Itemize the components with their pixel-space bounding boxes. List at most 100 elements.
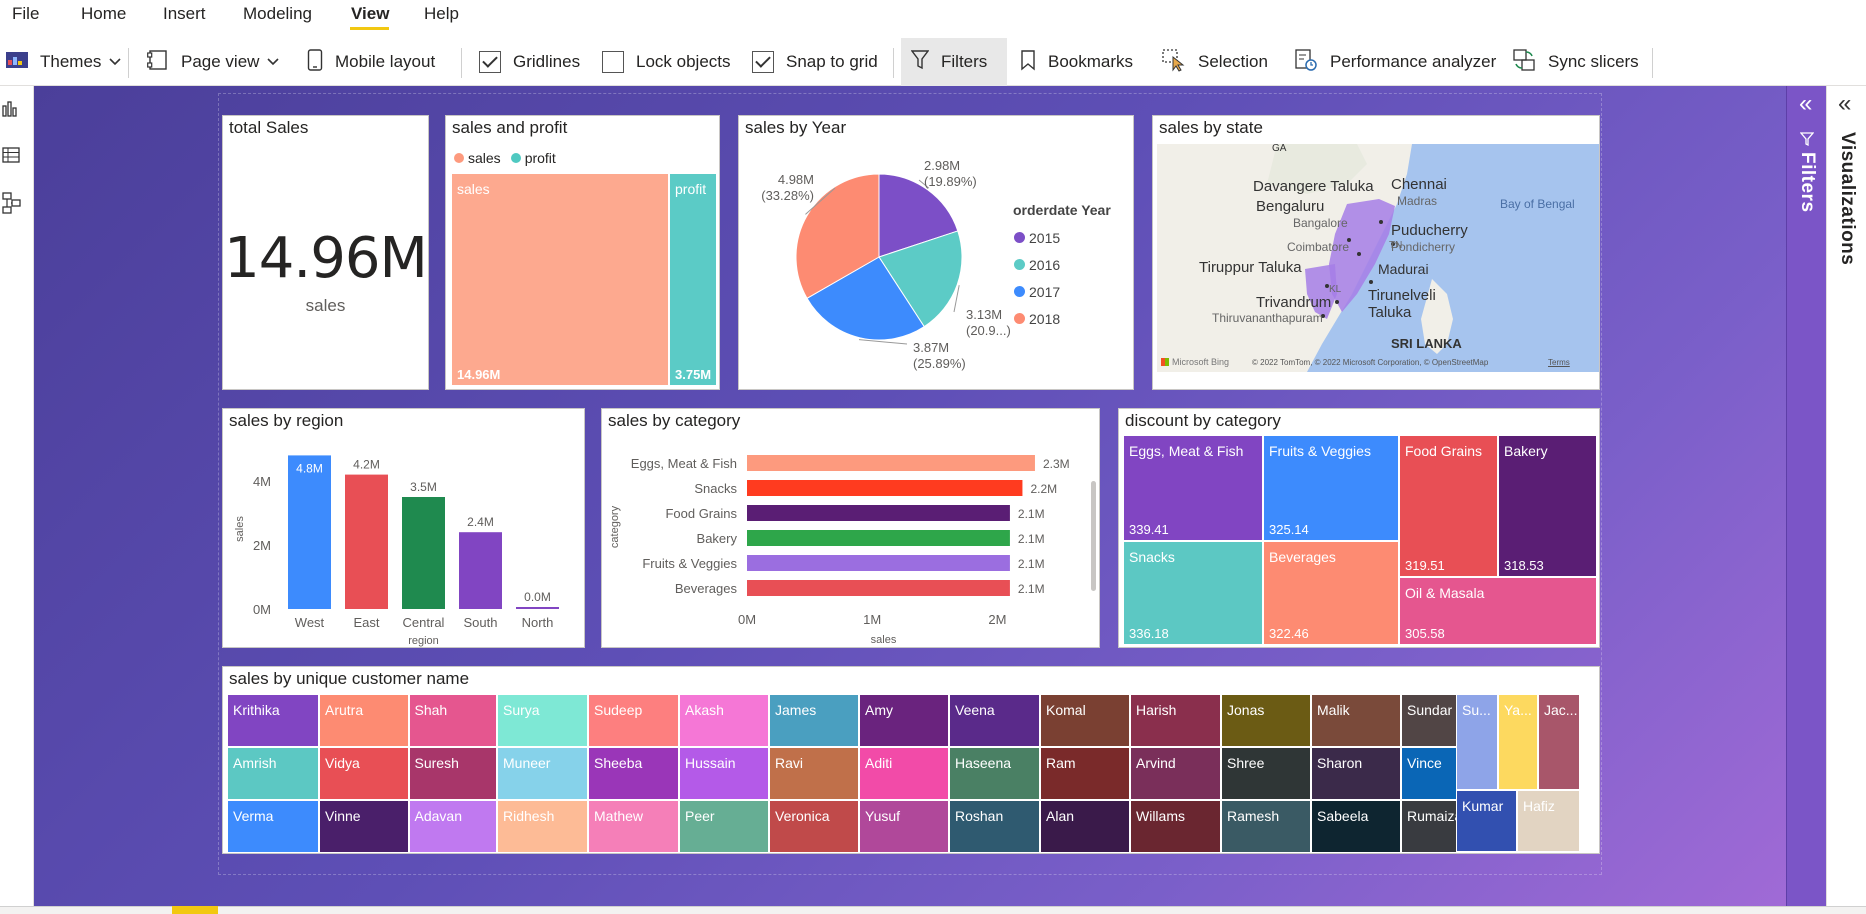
treemap-cell[interactable]: Vidya xyxy=(319,747,409,800)
bar[interactable] xyxy=(747,505,1010,521)
treemap-cell[interactable]: Surya xyxy=(497,694,588,747)
legend-item[interactable]: 2016 xyxy=(1014,251,1060,278)
treemap-cell[interactable]: Hussain xyxy=(679,747,769,800)
visualizations-pane-collapsed[interactable]: « Visualizations xyxy=(1826,86,1866,914)
page-view-button[interactable]: Page view xyxy=(147,38,280,86)
menu-help[interactable]: Help xyxy=(424,4,459,24)
gridlines-checkbox[interactable] xyxy=(479,51,501,73)
treemap-cell[interactable]: Food Grains 319.51 xyxy=(1399,435,1498,577)
legend-item[interactable]: 2017 xyxy=(1014,278,1060,305)
menu-file[interactable]: File xyxy=(12,4,39,24)
card-sales-by-customer[interactable]: sales by unique customer name Krithika Ar… xyxy=(222,666,1600,854)
treemap-cell[interactable]: Amrish xyxy=(227,747,319,800)
treemap-cell[interactable]: Hafiz xyxy=(1517,790,1580,852)
themes-button[interactable]: Themes xyxy=(6,38,121,86)
card-sales-by-year[interactable]: sales by Year 2.98M (19.89%) 3.13M (20.9...… xyxy=(738,115,1134,390)
treemap-cell[interactable]: Jonas xyxy=(1221,694,1311,747)
filters-pane-collapsed[interactable]: « Filters xyxy=(1786,86,1826,906)
treemap-cell[interactable]: Sudeep xyxy=(588,694,679,747)
menu-home[interactable]: Home xyxy=(81,4,126,24)
menu-modeling[interactable]: Modeling xyxy=(243,4,312,24)
treemap-cell[interactable]: Shah xyxy=(408,694,497,747)
bar[interactable] xyxy=(345,474,388,609)
mobile-layout-button[interactable]: Mobile layout xyxy=(307,38,435,86)
menu-view[interactable]: View xyxy=(351,4,389,24)
sync-slicers-button[interactable]: Sync slicers xyxy=(1512,38,1639,86)
treemap-cell[interactable]: Yusuf xyxy=(859,800,949,853)
treemap-cell[interactable]: Eggs, Meat & Fish 339.41 xyxy=(1123,435,1263,541)
data-view-icon[interactable] xyxy=(2,146,24,168)
gridlines-toggle[interactable]: Gridlines xyxy=(479,38,580,86)
treemap-cell[interactable]: Krithika xyxy=(227,694,319,747)
treemap-cell[interactable]: Jac... xyxy=(1538,694,1580,790)
treemap-cell[interactable]: James xyxy=(769,694,859,747)
legend-item[interactable]: 2015 xyxy=(1014,224,1060,251)
treemap-cell[interactable]: Veronica xyxy=(769,800,859,853)
bar[interactable] xyxy=(747,580,1010,596)
treemap-cell[interactable]: Beverages 322.46 xyxy=(1263,541,1399,645)
treemap-cell[interactable]: Malik xyxy=(1311,694,1401,747)
selection-pane-button[interactable]: Selection xyxy=(1162,38,1268,86)
treemap-cell[interactable]: Adavan xyxy=(408,800,497,853)
treemap-cell[interactable]: Snacks 336.18 xyxy=(1123,541,1263,645)
treemap-cell[interactable]: Arutra xyxy=(319,694,409,747)
bar[interactable] xyxy=(747,480,1023,496)
treemap-cell[interactable]: Ramesh xyxy=(1221,800,1311,853)
treemap-cell[interactable]: Vinne xyxy=(319,800,409,853)
treemap-cell[interactable]: Oil & Masala 305.58 xyxy=(1399,577,1597,645)
vertical-scrollbar[interactable] xyxy=(1091,481,1096,591)
treemap-cell[interactable]: Fruits & Veggies 325.14 xyxy=(1263,435,1399,541)
treemap-cell[interactable]: Bakery 318.53 xyxy=(1498,435,1597,577)
snap-to-grid-toggle[interactable]: Snap to grid xyxy=(752,38,878,86)
treemap-cell[interactable]: Shree xyxy=(1221,747,1311,800)
treemap-cell[interactable]: Ya... xyxy=(1498,694,1538,790)
treemap-cell[interactable]: Suresh xyxy=(408,747,497,800)
report-view-icon[interactable] xyxy=(2,98,24,120)
snap-to-grid-checkbox[interactable] xyxy=(752,51,774,73)
performance-analyzer-button[interactable]: Performance analyzer xyxy=(1294,38,1496,86)
treemap-cell[interactable]: Verma xyxy=(227,800,319,853)
treemap-cell[interactable]: Haseena xyxy=(949,747,1040,800)
treemap-cell[interactable]: Aditi xyxy=(859,747,949,800)
treemap-cell[interactable]: Kumar xyxy=(1456,790,1517,852)
bar[interactable] xyxy=(459,532,502,609)
treemap-cell-sales[interactable]: sales 14.96M xyxy=(451,173,669,386)
expand-chevron-icon[interactable]: « xyxy=(1838,92,1851,116)
map-terms-link[interactable]: Terms xyxy=(1548,358,1570,367)
filters-pane-button[interactable]: Filters xyxy=(901,38,1007,86)
card-total-sales[interactable]: total Sales 14.96M sales xyxy=(222,115,429,390)
treemap-cell[interactable]: Ridhesh xyxy=(497,800,588,853)
bar[interactable] xyxy=(288,455,331,609)
treemap-cell[interactable]: Sabeela xyxy=(1311,800,1401,853)
treemap-cell[interactable]: Ravi xyxy=(769,747,859,800)
treemap-cell[interactable]: Sharon xyxy=(1311,747,1401,800)
menu-insert[interactable]: Insert xyxy=(163,4,206,24)
treemap-cell[interactable]: Sheeba xyxy=(588,747,679,800)
card-sales-by-category[interactable]: sales by category Eggs, Meat & Fish 2.3M S… xyxy=(601,408,1100,648)
treemap-cell[interactable]: Akash xyxy=(679,694,769,747)
card-sales-by-region[interactable]: sales by region 0M 2M 4M sales 4.8M West 4.2M E… xyxy=(222,408,585,648)
treemap-cell[interactable]: Amy xyxy=(859,694,949,747)
treemap-cell[interactable]: Arvind xyxy=(1130,747,1221,800)
treemap-cell-profit[interactable]: profit 3.75M xyxy=(669,173,717,386)
treemap-cell[interactable]: Roshan xyxy=(949,800,1040,853)
expand-chevron-icon[interactable]: « xyxy=(1799,92,1812,116)
treemap-cell[interactable]: Veena xyxy=(949,694,1040,747)
treemap-cell[interactable]: Peer xyxy=(679,800,769,853)
bar[interactable] xyxy=(516,607,559,609)
map-area[interactable]: GA Davangere Taluka Chennai Madras Benga… xyxy=(1157,144,1599,372)
treemap-cell[interactable]: Harish xyxy=(1130,694,1221,747)
card-discount-by-category[interactable]: discount by category Eggs, Meat & Fish 33… xyxy=(1118,408,1600,648)
lock-objects-checkbox[interactable] xyxy=(602,51,624,73)
treemap-cell[interactable]: Komal xyxy=(1040,694,1130,747)
bar[interactable] xyxy=(747,455,1035,471)
card-sales-by-state[interactable]: sales by state GA Davangere Taluka Chenn… xyxy=(1152,115,1600,390)
treemap-cell[interactable]: Alan xyxy=(1040,800,1130,853)
treemap-cell[interactable]: Mathew xyxy=(588,800,679,853)
bar[interactable] xyxy=(747,530,1010,546)
bar[interactable] xyxy=(402,497,445,609)
active-page-tab[interactable] xyxy=(172,906,218,914)
treemap-cell[interactable]: Ram xyxy=(1040,747,1130,800)
bar[interactable] xyxy=(747,555,1010,571)
model-view-icon[interactable] xyxy=(2,192,24,214)
